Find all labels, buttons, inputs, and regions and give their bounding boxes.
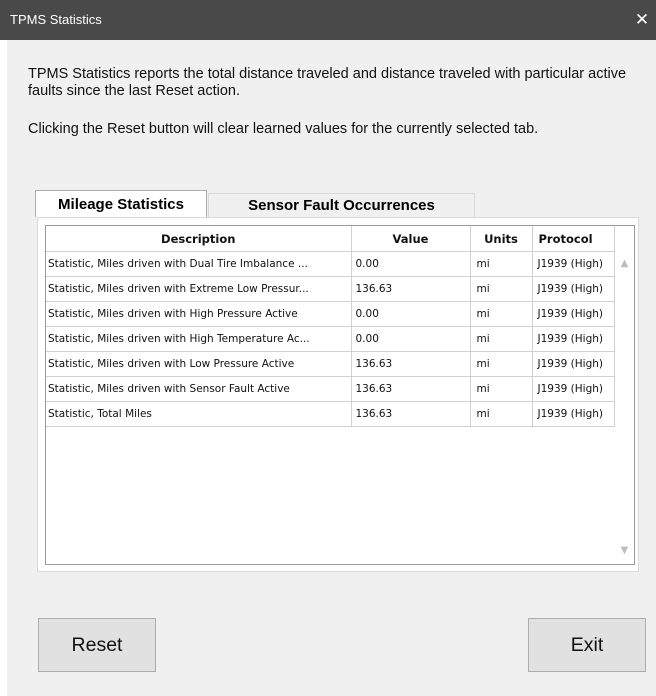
cell-description: Statistic, Miles driven with High Temper… bbox=[46, 326, 352, 352]
cell-units: mi bbox=[470, 276, 533, 302]
table-row[interactable]: Statistic, Total Miles 136.63 mi J1939 (… bbox=[46, 401, 615, 427]
cell-value: 0.00 bbox=[351, 251, 471, 277]
reset-button[interactable]: Reset bbox=[38, 618, 156, 672]
cell-description: Statistic, Total Miles bbox=[46, 401, 352, 427]
cell-protocol: J1939 (High) bbox=[532, 251, 615, 277]
table-row[interactable]: Statistic, Miles driven with Extreme Low… bbox=[46, 276, 615, 302]
column-header-protocol[interactable]: Protocol bbox=[532, 226, 615, 252]
cell-description: Statistic, Miles driven with Dual Tire I… bbox=[46, 251, 352, 277]
chevron-up-icon[interactable]: ▲ bbox=[615, 254, 634, 272]
cell-protocol: J1939 (High) bbox=[532, 301, 615, 327]
tab-mileage-statistics[interactable]: Mileage Statistics bbox=[35, 190, 207, 217]
table-row[interactable]: Statistic, Miles driven with Low Pressur… bbox=[46, 351, 615, 377]
cell-protocol: J1939 (High) bbox=[532, 376, 615, 402]
cell-protocol: J1939 (High) bbox=[532, 276, 615, 302]
chevron-down-icon[interactable]: ▼ bbox=[615, 541, 634, 559]
tab-sensor-fault-occurrences[interactable]: Sensor Fault Occurrences bbox=[208, 193, 475, 217]
column-header-value[interactable]: Value bbox=[351, 226, 471, 252]
table-row[interactable]: Statistic, Miles driven with High Temper… bbox=[46, 326, 615, 352]
statistics-table: Description Value Units Protocol Statist… bbox=[45, 225, 635, 565]
column-header-description[interactable]: Description bbox=[46, 226, 352, 252]
cell-value: 136.63 bbox=[351, 276, 471, 302]
cell-units: mi bbox=[470, 376, 533, 402]
window-title: TPMS Statistics bbox=[10, 12, 102, 27]
cell-units: mi bbox=[470, 326, 533, 352]
description-text: TPMS Statistics reports the total distan… bbox=[28, 66, 627, 99]
cell-description: Statistic, Miles driven with Sensor Faul… bbox=[46, 376, 352, 402]
table-row[interactable]: Statistic, Miles driven with High Pressu… bbox=[46, 301, 615, 327]
cell-value: 136.63 bbox=[351, 376, 471, 402]
cell-description: Statistic, Miles driven with Low Pressur… bbox=[46, 351, 352, 377]
cell-protocol: J1939 (High) bbox=[532, 351, 615, 377]
vertical-scrollbar[interactable]: ▲ ▼ bbox=[615, 251, 634, 564]
cell-units: mi bbox=[470, 401, 533, 427]
cell-value: 0.00 bbox=[351, 301, 471, 327]
table-header-row: Description Value Units Protocol bbox=[46, 226, 615, 252]
reset-hint-text: Clicking the Reset button will clear lea… bbox=[28, 121, 539, 137]
cell-description: Statistic, Miles driven with Extreme Low… bbox=[46, 276, 352, 302]
cell-units: mi bbox=[470, 301, 533, 327]
cell-description: Statistic, Miles driven with High Pressu… bbox=[46, 301, 352, 327]
cell-protocol: J1939 (High) bbox=[532, 326, 615, 352]
table-row[interactable]: Statistic, Miles driven with Sensor Faul… bbox=[46, 376, 615, 402]
cell-units: mi bbox=[470, 251, 533, 277]
close-icon[interactable]: ✕ bbox=[628, 0, 656, 40]
title-bar: TPMS Statistics ✕ bbox=[0, 0, 656, 40]
cell-value: 136.63 bbox=[351, 401, 471, 427]
cell-protocol: J1939 (High) bbox=[532, 401, 615, 427]
cell-value: 136.63 bbox=[351, 351, 471, 377]
cell-value: 0.00 bbox=[351, 326, 471, 352]
table-row[interactable]: Statistic, Miles driven with Dual Tire I… bbox=[46, 251, 615, 277]
cell-units: mi bbox=[470, 351, 533, 377]
column-header-units[interactable]: Units bbox=[470, 226, 533, 252]
exit-button[interactable]: Exit bbox=[528, 618, 646, 672]
